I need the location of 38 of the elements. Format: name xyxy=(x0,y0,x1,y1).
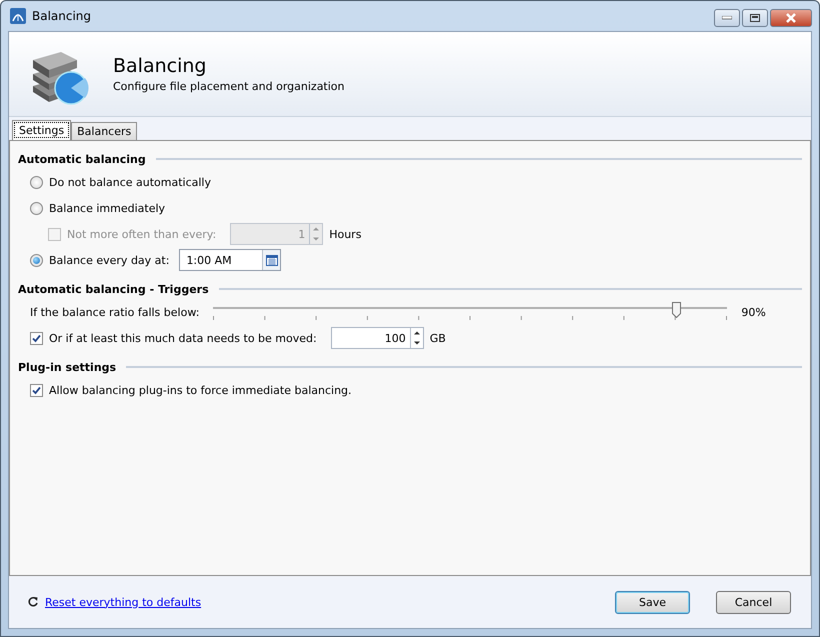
option-label: Not more often than every: xyxy=(67,228,216,240)
slider-thumb[interactable] xyxy=(672,302,682,318)
option-label: Balance immediately xyxy=(49,202,166,214)
window-title: Balancing xyxy=(32,9,92,23)
header-title: Balancing xyxy=(113,55,208,77)
maximize-icon xyxy=(750,14,760,22)
calendar-icon[interactable] xyxy=(262,250,280,270)
checkbox[interactable] xyxy=(30,384,43,396)
time-field[interactable]: 1:00 AM xyxy=(179,249,282,271)
section-title: Plug-in settings xyxy=(18,360,116,374)
tab[interactable]: Settings xyxy=(12,120,72,140)
close-button[interactable] xyxy=(770,9,812,27)
radio-button[interactable] xyxy=(30,202,43,214)
unit-label: Hours xyxy=(329,228,362,240)
minimize-button[interactable] xyxy=(714,9,740,27)
number-field[interactable]: 100 xyxy=(330,327,424,349)
radio-button[interactable] xyxy=(30,176,43,188)
radio-button[interactable] xyxy=(30,254,43,266)
option-label: Do not balance automatically xyxy=(49,176,212,188)
reset-link[interactable]: Reset everything to defaults xyxy=(45,596,202,608)
section-title: Automatic balancing xyxy=(18,152,146,166)
header-subtitle: Configure file placement and organization xyxy=(113,80,345,93)
dialog-button[interactable]: Cancel xyxy=(716,590,791,614)
tab[interactable]: Balancers xyxy=(71,122,138,140)
slider-value: 90% xyxy=(741,306,766,318)
app-icon xyxy=(10,8,26,24)
section-title: Automatic balancing - Triggers xyxy=(18,282,209,296)
dialog-button[interactable]: Save xyxy=(615,590,690,614)
close-icon xyxy=(785,13,797,23)
checkbox[interactable] xyxy=(30,332,43,344)
maximize-button[interactable] xyxy=(742,9,768,27)
option-label: Allow balancing plug-ins to force immediate balancing. xyxy=(49,384,352,396)
option-label: Or if at least this much data needs to be moved: xyxy=(49,332,317,344)
option-label: Balance every day at: xyxy=(49,254,170,266)
minimize-icon xyxy=(722,16,732,20)
slider-label: If the balance ratio falls below: xyxy=(30,306,200,318)
reset-icon xyxy=(27,596,39,608)
unit-label: GB xyxy=(430,332,446,344)
